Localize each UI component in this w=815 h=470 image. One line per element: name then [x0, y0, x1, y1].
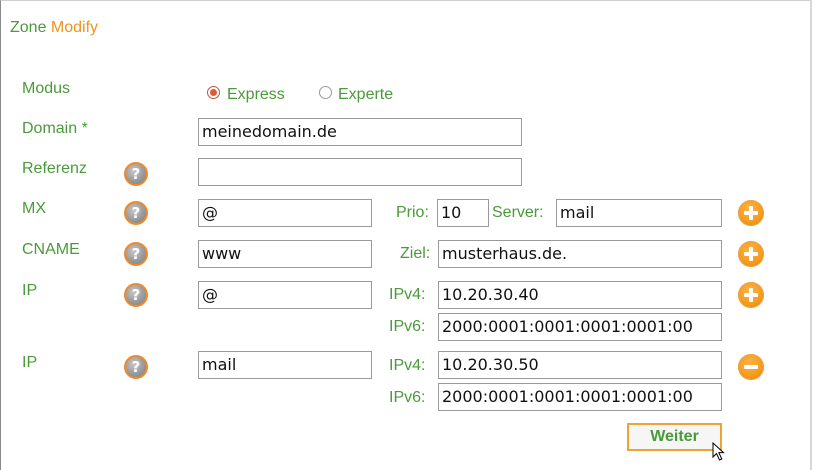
page-title: Zone Modify — [10, 19, 98, 37]
ip1-host-input[interactable]: @ — [198, 281, 372, 309]
mx-help-icon[interactable]: ? — [124, 201, 148, 225]
ip1-ipv6-label: IPv6: — [389, 318, 426, 335]
mx-prio-label: Prio: — [396, 204, 429, 221]
ip2-ipv6-input[interactable]: 2000:0001:0001:0001:0001:00 — [438, 383, 722, 411]
title-modify: Modify — [50, 19, 99, 36]
cname-host-input[interactable]: www — [198, 240, 372, 268]
ip2-label: IP — [22, 354, 38, 371]
mx-host-input[interactable]: @ — [198, 199, 372, 227]
referenz-input[interactable] — [198, 158, 522, 186]
ip1-ipv6-input[interactable]: 2000:0001:0001:0001:0001:00 — [438, 313, 722, 341]
domain-label: Domain * — [22, 120, 88, 137]
mx-prio-input[interactable]: 10 — [437, 199, 489, 227]
domain-input[interactable]: meinedomain.de — [198, 118, 522, 146]
referenz-label: Referenz — [22, 160, 87, 177]
mouse-cursor-icon — [712, 442, 725, 461]
ip1-label: IP — [22, 282, 38, 299]
title-zone: Zone — [10, 19, 47, 36]
ip2-ipv4-label: IPv4: — [389, 357, 426, 374]
referenz-help-icon[interactable]: ? — [124, 162, 148, 186]
cname-ziel-label: Ziel: — [400, 245, 431, 262]
cname-help-icon[interactable]: ? — [124, 242, 148, 266]
ip1-ipv4-label: IPv4: — [389, 286, 426, 303]
radio-experte[interactable] — [319, 86, 332, 99]
add-mx-button[interactable] — [738, 200, 764, 226]
mx-server-input[interactable]: mail — [556, 199, 722, 227]
radio-experte-label[interactable]: Experte — [338, 86, 393, 104]
modus-label: Modus — [22, 80, 71, 97]
add-ip-button[interactable] — [738, 282, 764, 308]
mx-server-label: Server: — [492, 204, 544, 221]
minus-icon — [744, 365, 758, 369]
ip2-ipv4-input[interactable]: 10.20.30.50 — [438, 351, 722, 379]
radio-express[interactable] — [207, 86, 220, 99]
remove-ip-button[interactable] — [738, 354, 764, 380]
cname-ziel-input[interactable]: musterhaus.de. — [438, 240, 722, 268]
mx-label: MX — [22, 200, 46, 217]
weiter-button[interactable]: Weiter — [627, 423, 722, 451]
radio-express-label[interactable]: Express — [227, 86, 285, 104]
cname-label: CNAME — [22, 241, 80, 258]
add-cname-button[interactable] — [738, 241, 764, 267]
ip2-help-icon[interactable]: ? — [124, 355, 148, 379]
ip2-ipv6-label: IPv6: — [389, 389, 426, 406]
ip1-ipv4-input[interactable]: 10.20.30.40 — [438, 281, 722, 309]
ip1-help-icon[interactable]: ? — [124, 283, 148, 307]
ip2-host-input[interactable]: mail — [198, 351, 372, 379]
